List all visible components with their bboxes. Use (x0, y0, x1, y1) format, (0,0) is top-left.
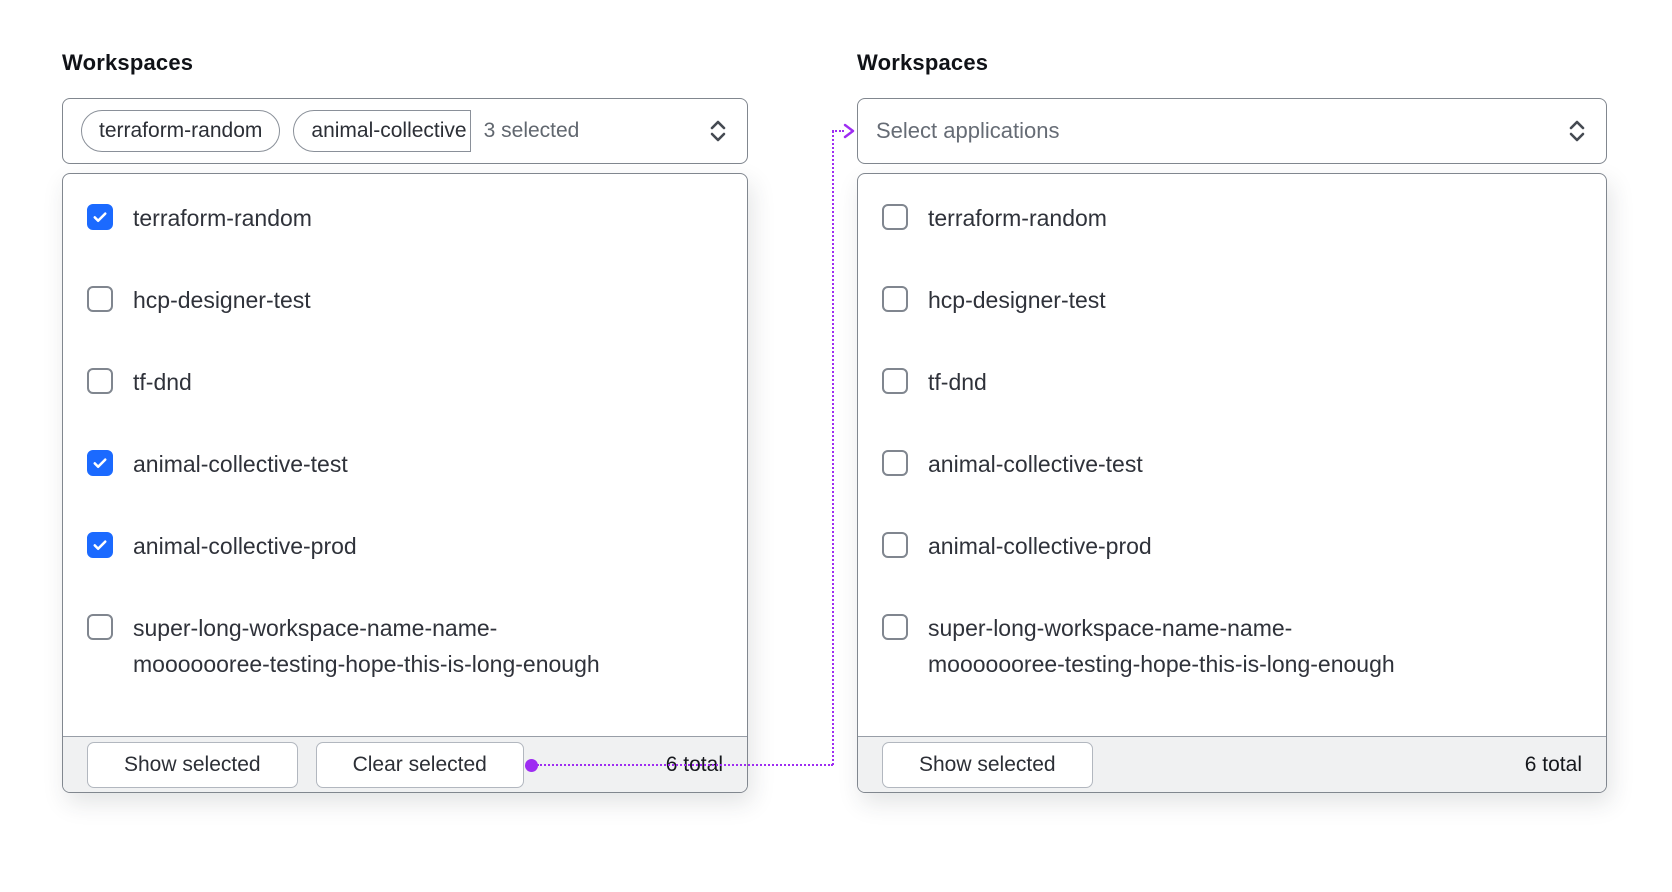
workspaces-multiselect-right: Workspaces Select applications terraform… (857, 50, 1607, 793)
checkbox-checked[interactable] (87, 450, 113, 476)
option-row[interactable]: animal-collective-test (882, 446, 1582, 482)
checkbox-unchecked[interactable] (882, 450, 908, 476)
show-selected-button[interactable]: Show selected (882, 741, 1093, 788)
selected-tag[interactable]: terraform-random (81, 110, 281, 152)
option-row[interactable]: animal-collective-prod (882, 528, 1582, 564)
option-label: tf-dnd (928, 369, 987, 395)
connector-arrowhead-icon (843, 123, 855, 139)
multiselect-trigger[interactable]: terraform-random animal-collective 3 sel… (62, 98, 748, 164)
checkbox-unchecked[interactable] (882, 286, 908, 312)
option-label: super-long-workspace-name-name- moooooor… (133, 615, 600, 677)
option-row[interactable]: terraform-random (882, 200, 1582, 236)
option-row[interactable]: hcp-designer-test (87, 282, 723, 318)
options-listbox: terraform-random hcp-designer-test tf-dnd a… (63, 174, 747, 736)
selected-tag-clipped[interactable]: animal-collective (293, 110, 471, 152)
checkbox-checked[interactable] (87, 532, 113, 558)
checkbox-unchecked[interactable] (87, 286, 113, 312)
option-row[interactable]: animal-collective-test (87, 446, 723, 482)
options-panel: terraform-random hcp-designer-test tf-dnd a… (857, 173, 1607, 793)
options-panel: terraform-random hcp-designer-test tf-dnd a… (62, 173, 748, 793)
checkbox-unchecked[interactable] (882, 614, 908, 640)
listbox-footer: Show selected Clear selected 6 total (63, 736, 747, 792)
option-row[interactable]: tf-dnd (882, 364, 1582, 400)
total-count: 6 total (665, 752, 723, 776)
option-label: terraform-random (928, 205, 1107, 231)
clear-selected-button[interactable]: Clear selected (315, 741, 524, 788)
checkbox-unchecked[interactable] (882, 532, 908, 558)
connector-line-vertical (832, 131, 834, 765)
options-listbox: terraform-random hcp-designer-test tf-dnd a… (858, 174, 1606, 736)
checkbox-unchecked[interactable] (882, 204, 908, 230)
option-row[interactable]: animal-collective-prod (87, 528, 723, 564)
checkbox-unchecked[interactable] (87, 368, 113, 394)
option-label: animal-collective-prod (133, 533, 357, 559)
checkbox-unchecked[interactable] (882, 368, 908, 394)
option-label: animal-collective-test (928, 451, 1143, 477)
multiselect-trigger[interactable]: Select applications (857, 98, 1607, 164)
option-label: hcp-designer-test (133, 287, 311, 313)
checkbox-checked[interactable] (87, 204, 113, 230)
option-row[interactable]: tf-dnd (87, 364, 723, 400)
workspaces-label: Workspaces (62, 50, 194, 75)
option-label: super-long-workspace-name-name- moooooor… (928, 615, 1395, 677)
chevron-up-down-icon (1566, 117, 1588, 145)
selected-count: 3 selected (483, 119, 580, 142)
checkbox-unchecked[interactable] (87, 614, 113, 640)
listbox-footer: Show selected 6 total (858, 736, 1606, 792)
option-row[interactable]: super-long-workspace-name-name- moooooor… (87, 610, 723, 682)
option-label: hcp-designer-test (928, 287, 1106, 313)
trigger-placeholder: Select applications (876, 118, 1060, 143)
chevron-up-down-icon (707, 117, 729, 145)
option-row[interactable]: super-long-workspace-name-name- moooooor… (882, 610, 1582, 682)
option-label: animal-collective-test (133, 451, 348, 477)
option-label: terraform-random (133, 205, 312, 231)
total-count: 6 total (1524, 752, 1582, 776)
workspaces-multiselect-left: Workspaces terraform-random animal-colle… (62, 50, 748, 793)
option-label: tf-dnd (133, 369, 192, 395)
option-row[interactable]: terraform-random (87, 200, 723, 236)
connector-line-top (832, 130, 844, 132)
show-selected-button[interactable]: Show selected (87, 741, 298, 788)
option-label: animal-collective-prod (928, 533, 1152, 559)
option-row[interactable]: hcp-designer-test (882, 282, 1582, 318)
workspaces-label: Workspaces (857, 50, 989, 75)
